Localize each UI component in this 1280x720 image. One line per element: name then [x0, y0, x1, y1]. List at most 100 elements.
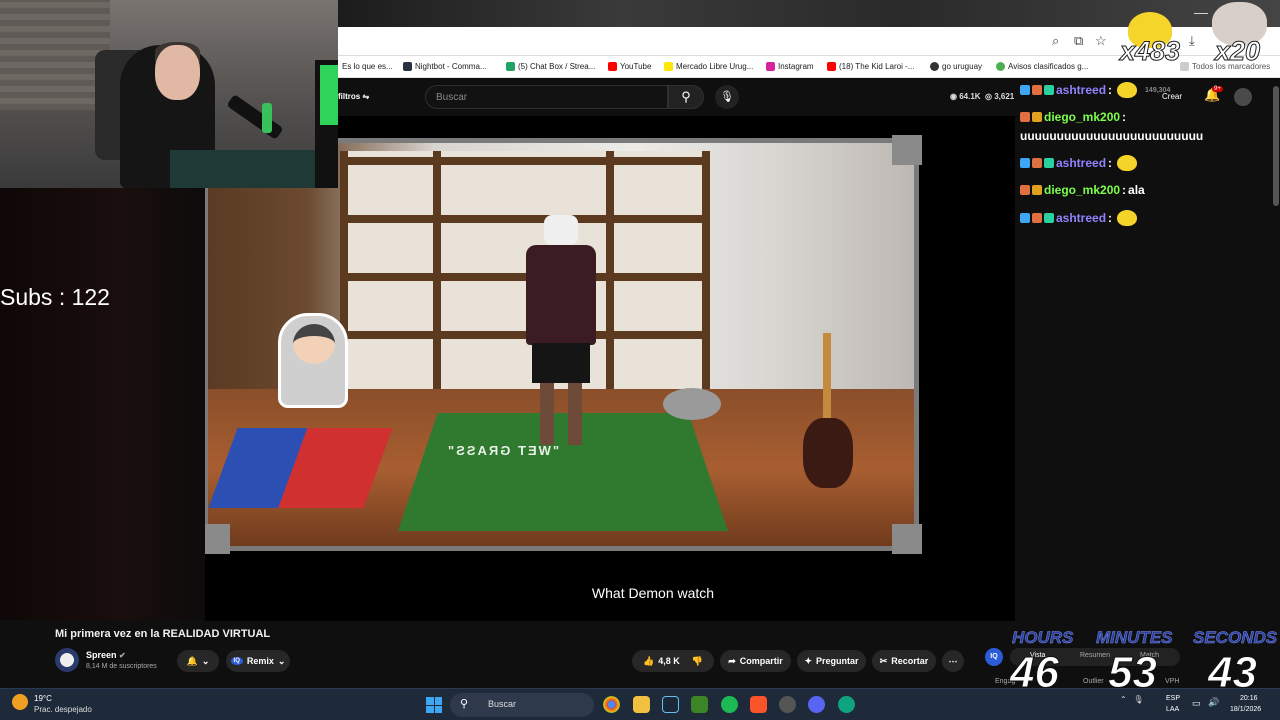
voice-search-button[interactable]: 🎙 [715, 85, 739, 109]
emote-counter: x20 [1214, 36, 1261, 67]
chat-username[interactable]: ashtreed [1056, 211, 1106, 225]
streamer-webcam [0, 0, 338, 188]
github-icon[interactable] [779, 696, 796, 713]
bookmark-star-icon[interactable]: ☆ [1095, 33, 1107, 49]
clip-button[interactable]: ✂ Recortar [872, 650, 936, 672]
share-button[interactable]: ➦ Compartir [720, 650, 791, 672]
cast-icon[interactable]: ⧉ [1074, 33, 1083, 49]
badge-icon [1032, 112, 1042, 122]
shorts [532, 343, 590, 383]
shelf-post [606, 151, 614, 397]
stat-label: Outlier [1083, 678, 1104, 685]
chat-separator: : [1108, 211, 1113, 225]
video-caption: What Demon watch [591, 585, 715, 601]
badge-icon [1020, 158, 1030, 168]
chatgpt-icon[interactable] [838, 696, 855, 713]
thumbs-down-icon: 👎 [691, 655, 703, 666]
like-dislike-button[interactable]: 👍 4,8 K 👎 [632, 650, 714, 672]
badge-icon [1032, 185, 1042, 195]
brave-icon[interactable] [750, 696, 767, 713]
clock-date[interactable]: 18/1/2026 [1230, 706, 1261, 713]
chat-separator: : [1108, 83, 1113, 97]
chat-text: uuuuuuuuuuuuuuuuuuuuuuuuu [1020, 129, 1204, 143]
language-indicator[interactable]: ESP [1166, 695, 1180, 702]
chat-message: ashtreed : [1020, 155, 1138, 171]
streamer-face [155, 45, 200, 100]
chat-username[interactable]: diego_mk200 [1044, 183, 1120, 197]
bookmark-item[interactable]: (5) Chat Box / Strea... [506, 62, 595, 71]
chevron-down-icon: ⌄ [277, 655, 286, 666]
bookmark-item[interactable]: YouTube [608, 62, 651, 71]
weather-icon[interactable] [12, 694, 28, 710]
badge-icon [1044, 213, 1054, 223]
search-button[interactable]: ⚲ [668, 85, 704, 109]
minimize-icon[interactable]: — [1194, 4, 1208, 20]
badge-icon [1032, 158, 1042, 168]
taskbar-search[interactable]: ⚲ Buscar [450, 693, 594, 717]
more-options-button[interactable]: ⋯ [942, 650, 964, 672]
desk [170, 150, 338, 188]
chatbox-icon [506, 62, 515, 71]
more-icon: ⋯ [948, 655, 958, 666]
weather-temperature[interactable]: 19°C [34, 694, 52, 703]
keyboard-layout[interactable]: LAA [1166, 706, 1179, 713]
windows-taskbar: 19°C Prac. despejado ⚲ Buscar ⌃ 🎙 ESP LAA… [0, 688, 1280, 720]
channel-avatar[interactable] [55, 648, 79, 672]
bookmark-item[interactable]: (18) The Kid Laroi -... [827, 62, 914, 71]
clock-time[interactable]: 20:16 [1240, 695, 1258, 702]
chat-username[interactable]: diego_mk200 [1044, 110, 1120, 124]
subscription-bell-button[interactable]: 🔔 ⌄ [177, 650, 219, 672]
mercadolibre-icon [664, 62, 673, 71]
chat-username[interactable]: ashtreed [1056, 156, 1106, 170]
video-scene: "WET GRASS" [208, 143, 914, 546]
minecraft-icon[interactable] [691, 696, 708, 713]
bookmark-item[interactable]: go uruguay [930, 62, 982, 71]
chat-separator: : [1108, 156, 1113, 170]
timer-hours-label: HOURS [1012, 628, 1074, 648]
bookmark-item[interactable]: Instagram [766, 62, 814, 71]
remix-button[interactable]: IQ Remix ⌄ [226, 650, 290, 672]
badge-icon [1044, 85, 1054, 95]
microphone-icon: 🎙 [720, 91, 734, 103]
chat-message: uuuuuuuuuuuuuuuuuuuuuuuuu [1020, 129, 1203, 143]
video-frame[interactable]: "WET GRASS" [200, 135, 922, 554]
bottle [262, 103, 272, 133]
guitar-body [803, 418, 853, 488]
discord-icon[interactable] [808, 696, 825, 713]
bookmark-item[interactable]: Mercado Libre Urug... [664, 62, 753, 71]
bookmark-item[interactable]: Avisos clasificados g... [996, 62, 1088, 71]
youtube-icon [608, 62, 617, 71]
search-input[interactable]: Buscar [425, 85, 668, 109]
spotify-icon[interactable] [721, 696, 738, 713]
download-icon[interactable]: ⤓ [1189, 33, 1195, 49]
system-tray[interactable]: ⌃ 🎙 [1120, 695, 1144, 704]
bookmark-item[interactable]: Es lo que es... [342, 62, 393, 71]
badge-icon [1020, 185, 1030, 195]
bookmark-item[interactable]: Nightbot - Comma... [403, 62, 487, 71]
filters-button[interactable]: filtros ⇋ [338, 92, 369, 101]
cutout-face [293, 324, 335, 364]
badge-icon [1032, 213, 1042, 223]
weather-description[interactable]: Prac. despejado [34, 705, 92, 714]
microphone [226, 94, 284, 140]
volume-icon[interactable]: 🔊 [1208, 697, 1219, 708]
chevron-down-icon: ⌄ [201, 655, 210, 666]
chat-separator: : [1122, 183, 1127, 197]
page-scrollbar[interactable] [1273, 86, 1279, 206]
search-icon[interactable]: ⌕ [1052, 33, 1059, 49]
steam-icon[interactable] [662, 696, 679, 713]
ask-button[interactable]: ✦ Preguntar [797, 650, 866, 672]
chat-username[interactable]: ashtreed [1056, 83, 1106, 97]
network-icon[interactable]: ▭ [1192, 698, 1201, 709]
iq-extension-icon[interactable]: IQ [985, 648, 1003, 666]
search-icon: ⚲ [681, 89, 691, 104]
tab-resumen[interactable]: Resumen [1080, 652, 1110, 659]
live-count: 149,304 [1145, 86, 1171, 94]
folder-icon [1180, 62, 1189, 71]
channel-name[interactable]: Spreen ✔ [86, 650, 126, 660]
chat-overlay: ashtreed : 149,304 diego_mk200 : uuuuuuu… [1018, 80, 1280, 240]
chrome-icon[interactable] [603, 696, 620, 713]
bell-icon: 🔔 [186, 655, 198, 666]
file-explorer-icon[interactable] [633, 696, 650, 713]
start-button[interactable] [426, 697, 442, 713]
